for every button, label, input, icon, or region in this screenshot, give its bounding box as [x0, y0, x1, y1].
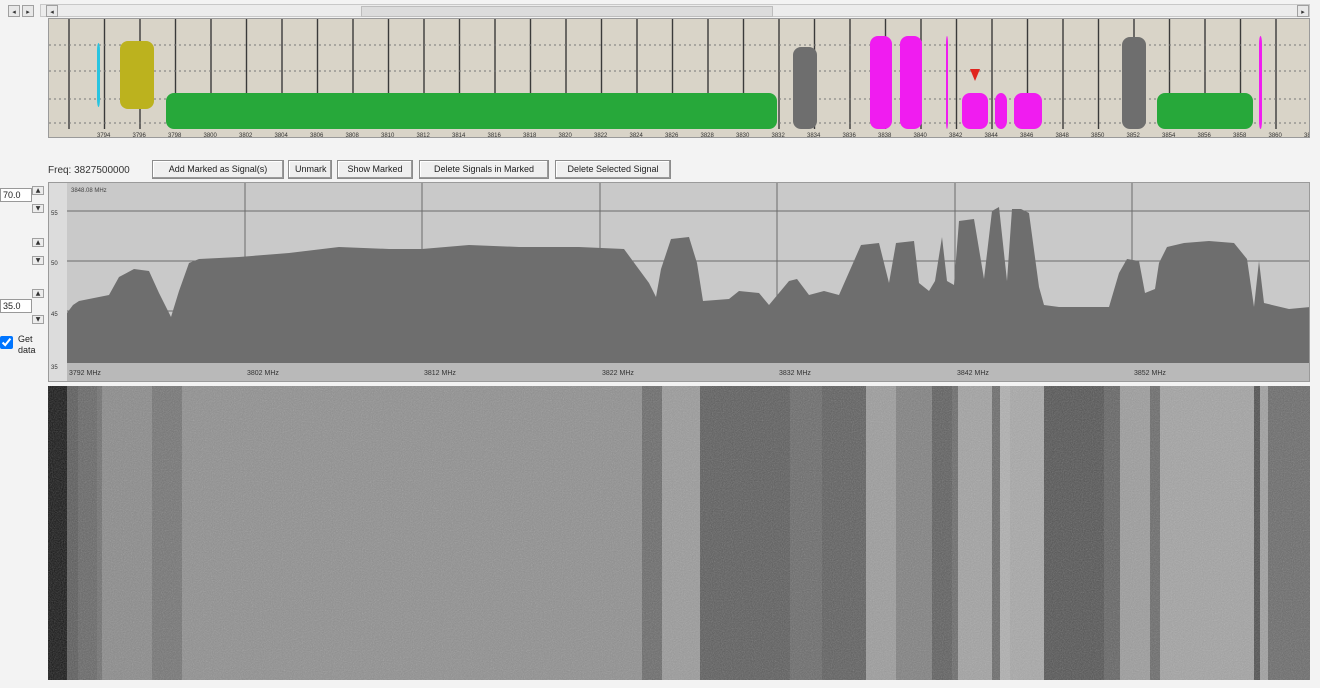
get-data-checkbox[interactable] — [0, 336, 13, 349]
map-tick-label: 3854 — [1162, 133, 1176, 138]
map-tick-label: 3816 — [488, 133, 502, 138]
map-marker-triangle — [970, 69, 980, 81]
map-tick-label: 3832 — [772, 133, 786, 138]
top-level-down-button[interactable]: ▼ — [32, 204, 44, 213]
delete-selected-signal-button[interactable]: Delete Selected Signal — [555, 160, 671, 179]
spectrum-y-tick: 35 — [51, 365, 58, 371]
map-tick-label: 3844 — [985, 133, 999, 138]
map-tick-label: 3856 — [1198, 133, 1212, 138]
map-tick-label: 3820 — [559, 133, 573, 138]
spectrum-x-label: 3852 MHz — [1134, 370, 1166, 377]
map-signal-magenta-3 — [962, 93, 988, 129]
map-tick-label: 3842 — [949, 133, 963, 138]
map-tick-label: 3858 — [1233, 133, 1247, 138]
map-tick-label: 3824 — [630, 133, 644, 138]
range-down-button[interactable]: ▼ — [32, 256, 44, 265]
spectrum-x-label: 3802 MHz — [247, 370, 279, 377]
scrollbar-thumb[interactable] — [361, 6, 773, 17]
signal-map-panel[interactable]: 3794 3796 3798 3800 3802 3804 3806 3808 3810 3812… — [48, 18, 1310, 138]
range-up-button[interactable]: ▲ — [32, 238, 44, 247]
waterfall-display[interactable] — [48, 386, 1310, 680]
spectrum-panel[interactable]: 3848.08 MHz 55 50 45 35 3792 MHz 3802 MHz 3812 … — [48, 182, 1310, 382]
map-signal-gray — [793, 47, 817, 129]
map-signal-magenta-line — [946, 36, 948, 129]
waterfall-image — [48, 386, 1310, 680]
map-tick-label: 3808 — [346, 133, 360, 138]
map-tick-label: 3852 — [1127, 133, 1141, 138]
spectrum-y-tick: 45 — [51, 312, 58, 318]
spectrum-y-tick: 55 — [51, 211, 58, 217]
signal-map-chart: 3794 3796 3798 3800 3802 3804 3806 3808 3810 3812… — [49, 19, 1310, 138]
spectrum-trace — [67, 207, 1309, 363]
map-tick-label: 3794 — [97, 133, 111, 138]
scroll-start-arrow[interactable]: ◂ — [46, 5, 58, 17]
map-tick-label: 3802 — [239, 133, 253, 138]
map-signal-magenta-5 — [1014, 93, 1042, 129]
map-tick-label: 3830 — [736, 133, 750, 138]
map-tick-label: 3826 — [665, 133, 679, 138]
map-tick-label: 3840 — [914, 133, 928, 138]
spectrum-x-label: 3812 MHz — [424, 370, 456, 377]
map-tick-label: 3838 — [878, 133, 892, 138]
spectrum-y-tick: 50 — [51, 261, 58, 267]
map-tick-label: 3846 — [1020, 133, 1034, 138]
spectrum-x-label: 3792 MHz — [69, 370, 101, 377]
map-tick-label: 38 — [1304, 133, 1310, 138]
map-signal-magenta-4 — [995, 93, 1007, 129]
map-signal-green-3 — [1157, 93, 1253, 129]
map-signal-olive — [120, 41, 154, 109]
map-tick-label: 3818 — [523, 133, 537, 138]
unmark-button[interactable]: Unmark — [288, 160, 332, 179]
map-tick-label: 3800 — [204, 133, 218, 138]
map-signal-cyan — [97, 43, 100, 107]
map-tick-label: 3848 — [1056, 133, 1070, 138]
bottom-level-input[interactable]: 35.0 — [0, 299, 32, 313]
frequency-readout: Freq: 3827500000 — [48, 165, 130, 176]
map-tick-label: 3822 — [594, 133, 608, 138]
show-marked-button[interactable]: Show Marked — [337, 160, 413, 179]
map-tick-label: 3804 — [275, 133, 289, 138]
map-tick-label: 3860 — [1269, 133, 1283, 138]
nav-right-button[interactable]: ▸ — [22, 5, 34, 17]
map-tick-label: 3812 — [417, 133, 431, 138]
scroll-end-arrow[interactable]: ▸ — [1297, 5, 1309, 17]
spectrum-header-label: 3848.08 MHz — [71, 188, 107, 194]
map-tick-label: 3810 — [381, 133, 395, 138]
map-signal-magenta-2 — [900, 36, 922, 129]
spectrum-x-label: 3832 MHz — [779, 370, 811, 377]
top-level-input[interactable]: 70.0 — [0, 188, 32, 202]
bottom-level-down-button[interactable]: ▼ — [32, 315, 44, 324]
add-marked-as-signal-button[interactable]: Add Marked as Signal(s) — [152, 160, 284, 179]
top-level-up-button[interactable]: ▲ — [32, 186, 44, 195]
frequency-scrollbar[interactable]: ◂ ▸ — [40, 4, 1310, 17]
map-tick-label: 3836 — [843, 133, 857, 138]
map-tick-label: 3806 — [310, 133, 324, 138]
map-signal-gray-2 — [1122, 37, 1146, 129]
map-tick-label: 3814 — [452, 133, 466, 138]
get-data-label: Get data — [18, 334, 36, 355]
map-tick-label: 3798 — [168, 133, 182, 138]
map-tick-label: 3796 — [133, 133, 147, 138]
spectrum-x-label: 3822 MHz — [602, 370, 634, 377]
nav-left-button[interactable]: ◂ — [8, 5, 20, 17]
spectrum-x-label: 3842 MHz — [957, 370, 989, 377]
spectrum-plot: 3848.08 MHz 55 50 45 35 3792 MHz 3802 MHz 3812 … — [49, 183, 1309, 381]
waterfall-noise — [48, 386, 1310, 680]
delete-signals-in-marked-button[interactable]: Delete Signals in Marked — [419, 160, 549, 179]
map-signal-magenta-1 — [870, 36, 892, 129]
map-tick-label: 3828 — [701, 133, 715, 138]
map-signal-magenta-6 — [1259, 36, 1262, 129]
map-tick-label: 3834 — [807, 133, 821, 138]
map-tick-label: 3850 — [1091, 133, 1105, 138]
map-signal-green-small — [662, 93, 699, 129]
bottom-level-up-button[interactable]: ▲ — [32, 289, 44, 298]
